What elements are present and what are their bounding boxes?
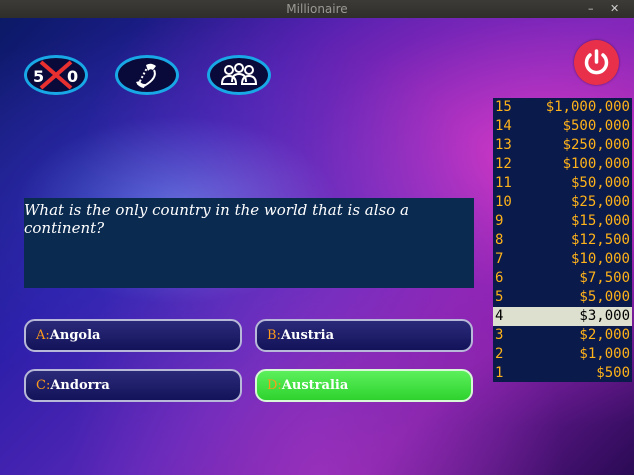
ladder-row-8: 8 $12,500 bbox=[493, 231, 632, 250]
ladder-level: 6 bbox=[495, 270, 504, 286]
ladder-level: 7 bbox=[495, 251, 504, 267]
answer-d-button[interactable]: D:Australia bbox=[255, 369, 473, 402]
quit-button[interactable] bbox=[574, 40, 619, 85]
ladder-amount: $3,000 bbox=[579, 308, 630, 324]
ladder-amount: $500 bbox=[596, 365, 630, 381]
ladder-amount: $50,000 bbox=[570, 175, 630, 191]
answer-a-letter: A: bbox=[36, 328, 50, 343]
ladder-row-3: 3 $2,000 bbox=[493, 326, 632, 345]
ladder-row-10: 10 $25,000 bbox=[493, 193, 632, 212]
answer-c-letter: C: bbox=[36, 378, 51, 393]
phone-icon bbox=[136, 63, 156, 88]
ladder-amount: $1,000 bbox=[579, 346, 630, 362]
ladder-level: 12 bbox=[495, 156, 512, 172]
ladder-level: 5 bbox=[495, 289, 504, 305]
question-box: What is the only country in the world th… bbox=[24, 198, 474, 288]
ladder-row-7: 7 $10,000 bbox=[493, 250, 632, 269]
ladder-level: 2 bbox=[495, 346, 504, 362]
ladder-row-6: 6 $7,500 bbox=[493, 269, 632, 288]
ladder-row-11: 11 $50,000 bbox=[493, 174, 632, 193]
answer-d-letter: D: bbox=[267, 378, 282, 393]
ladder-row-14: 14 $500,000 bbox=[493, 117, 632, 136]
ladder-row-12: 12 $100,000 bbox=[493, 155, 632, 174]
ladder-amount: $100,000 bbox=[562, 156, 630, 172]
ladder-amount: $1,000,000 bbox=[545, 99, 630, 115]
ladder-level: 4 bbox=[495, 308, 504, 324]
window-title: Millionaire bbox=[286, 2, 348, 16]
ladder-row-4-current: 4 $3,000 bbox=[493, 307, 632, 326]
title-bar: Millionaire – ✕ bbox=[0, 0, 634, 18]
ladder-row-1: 1 $500 bbox=[493, 364, 632, 383]
ladder-row-13: 13 $250,000 bbox=[493, 136, 632, 155]
ladder-amount: $15,000 bbox=[570, 213, 630, 229]
answer-b-button[interactable]: B:Austria bbox=[255, 319, 473, 352]
fifty-fifty-icon: 5 0 bbox=[33, 60, 78, 90]
answer-a-text: Angola bbox=[49, 328, 101, 343]
ladder-level: 8 bbox=[495, 232, 504, 248]
fifty-left-digit: 5 bbox=[33, 67, 44, 86]
audience-icon bbox=[220, 63, 258, 85]
answer-a-button[interactable]: A:Angola bbox=[24, 319, 242, 352]
answer-c-button[interactable]: C:Andorra bbox=[24, 369, 242, 402]
ladder-amount: $7,500 bbox=[579, 270, 630, 286]
ladder-level: 9 bbox=[495, 213, 504, 229]
answer-b-text: Austria bbox=[280, 328, 335, 343]
ladder-level: 11 bbox=[495, 175, 512, 191]
ladder-level: 1 bbox=[495, 365, 504, 381]
ladder-amount: $12,500 bbox=[570, 232, 630, 248]
lifeline-audience-button[interactable] bbox=[207, 55, 271, 95]
ladder-amount: $25,000 bbox=[570, 194, 630, 210]
answer-b-letter: B: bbox=[267, 328, 281, 343]
ladder-amount: $500,000 bbox=[562, 118, 630, 134]
ladder-level: 3 bbox=[495, 327, 504, 343]
ladder-amount: $250,000 bbox=[562, 137, 630, 153]
game-stage: 5 0 What is the only country in the worl… bbox=[0, 18, 634, 475]
ladder-amount: $5,000 bbox=[579, 289, 630, 305]
answer-d-text: Australia bbox=[281, 378, 349, 393]
question-text: What is the only country in the world th… bbox=[24, 201, 409, 237]
ladder-level: 15 bbox=[495, 99, 512, 115]
ladder-row-2: 2 $1,000 bbox=[493, 345, 632, 364]
ladder-row-15: 15 $1,000,000 bbox=[493, 98, 632, 117]
fifty-right-digit: 0 bbox=[67, 67, 78, 86]
lifeline-phone-button[interactable] bbox=[115, 55, 179, 95]
ladder-amount: $2,000 bbox=[579, 327, 630, 343]
ladder-row-5: 5 $5,000 bbox=[493, 288, 632, 307]
close-button[interactable]: ✕ bbox=[610, 0, 619, 18]
ladder-amount: $10,000 bbox=[570, 251, 630, 267]
ladder-level: 10 bbox=[495, 194, 512, 210]
answer-c-text: Andorra bbox=[50, 378, 110, 393]
ladder-level: 13 bbox=[495, 137, 512, 153]
money-ladder: 15 $1,000,000 14 $500,000 13 $250,000 12 $10… bbox=[493, 98, 632, 382]
minimize-button[interactable]: – bbox=[588, 0, 594, 18]
lifeline-fifty-fifty-button[interactable]: 5 0 bbox=[24, 55, 88, 95]
ladder-level: 14 bbox=[495, 118, 512, 134]
power-icon bbox=[584, 49, 609, 75]
ladder-row-9: 9 $15,000 bbox=[493, 212, 632, 231]
